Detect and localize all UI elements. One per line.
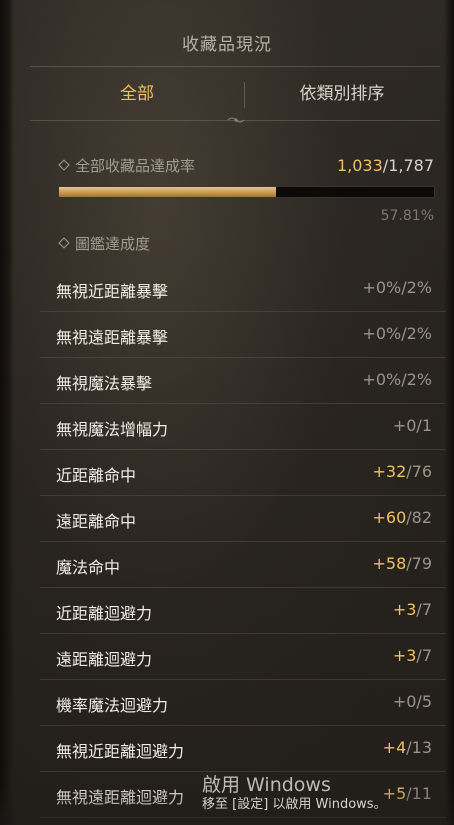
stat-max: /2% [401,324,432,343]
stat-value: +4/13 [383,738,432,757]
stat-max: /7 [416,646,432,665]
codex-achievement-text: 圖鑑達成度 [75,235,151,253]
stat-max: /2% [401,278,432,297]
stat-gain: +0% [362,278,402,297]
stat-row: 近距離命中 +32/76 [40,450,446,496]
stat-label: 無視魔法增幅力 [56,420,169,439]
stat-max: /1 [416,416,432,435]
stat-gain: +3 [392,646,417,665]
stat-gain: +0 [392,692,417,711]
collection-progress-bar [58,186,435,198]
diamond-bullet-icon [58,236,70,249]
stat-list[interactable]: 無視近距離暴擊 +0%/2% 無視遠距離暴擊 +0%/2% 無視魔法暴擊 +0%/2% 無視… [40,266,446,818]
stat-value: +0%/2% [362,324,432,343]
stat-label: 無視近距離暴擊 [56,282,169,301]
stat-row: 遠距離迴避力 +3/7 [40,634,446,680]
stat-gain: +0 [392,416,417,435]
stat-gain: +4 [382,738,407,757]
collection-current: 1,033 [336,156,383,175]
stat-label: 近距離迴避力 [56,604,153,623]
stat-label: 遠距離命中 [56,512,137,531]
stat-row: 無視近距離迴避力 +4/13 [40,726,446,772]
stat-row: 近距離迴避力 +3/7 [40,588,446,634]
tab-sort-by-category[interactable]: 依類別排序 [244,72,440,116]
stat-label: 無視魔法暴擊 [56,374,153,393]
stat-row: 魔法命中 +58/79 [40,542,446,588]
stat-label: 魔法命中 [56,558,121,577]
tab-bar: 全部 依類別排序 [30,72,440,123]
stat-row: 機率魔法迴避力 +0/5 [40,680,446,726]
stat-gain: +60 [372,508,407,527]
total-collection-text: 全部收藏品達成率 [75,157,196,175]
stat-gain: +0% [362,370,402,389]
stat-max: /82 [406,508,432,527]
stat-value: +32/76 [372,462,432,481]
codex-achievement-label: 圖鑑達成度 [58,233,151,254]
total-collection-label: 全部收藏品達成率 [58,155,196,176]
watermark-title: 啟用 Windows [202,774,331,796]
stat-gain: +0% [362,324,402,343]
stat-gain: +32 [372,462,407,481]
stat-label: 無視遠距離迴避力 [56,788,185,807]
panel-edge-left [0,0,14,825]
stat-value: +3/7 [393,646,432,665]
tab-all[interactable]: 全部 [30,72,244,116]
stat-gain: +58 [372,554,407,573]
stat-max: /13 [406,738,432,757]
stat-value: +58/79 [372,554,432,573]
stat-row: 無視魔法暴擊 +0%/2% [40,358,446,404]
stat-max: /5 [416,692,432,711]
stat-max: /2% [401,370,432,389]
title-divider [30,66,440,67]
stat-value: +3/7 [393,600,432,619]
stat-value: +0%/2% [362,278,432,297]
collection-total: /1,787 [382,156,434,175]
stat-label: 機率魔法迴避力 [56,696,169,715]
stat-max: /79 [406,554,432,573]
stat-label: 近距離命中 [56,466,137,485]
watermark-subtitle: 移至 [設定] 以啟用 Windows。 [202,797,387,812]
ornament-icon [227,117,245,123]
windows-activation-watermark: 啟用 Windows 移至 [設定] 以啟用 Windows。 [202,774,454,814]
stat-label: 遠距離迴避力 [56,650,153,669]
stat-row: 無視遠距離暴擊 +0%/2% [40,312,446,358]
panel-title: 收藏品現況 [182,35,272,55]
stat-label: 無視近距離迴避力 [56,742,185,761]
collection-percent: 57.81% [380,208,434,224]
stat-max: /76 [406,462,432,481]
stat-value: +0/1 [393,416,432,435]
stat-value: +0/5 [393,692,432,711]
stat-label: 無視遠距離暴擊 [56,328,169,347]
stat-row: 無視魔法增幅力 +0/1 [40,404,446,450]
collection-status-panel: 收藏品現況 全部 依類別排序 全部收藏品達成率 1,033/1,787 57.8… [0,0,454,825]
diamond-bullet-icon [58,158,70,171]
collection-progress-fill [59,187,276,197]
stat-max: /7 [416,600,432,619]
stat-gain: +3 [392,600,417,619]
stat-row: 無視近距離暴擊 +0%/2% [40,266,446,312]
total-collection-count: 1,033/1,787 [337,156,434,175]
stat-value: +0%/2% [362,370,432,389]
stat-value: +60/82 [372,508,432,527]
stat-row: 遠距離命中 +60/82 [40,496,446,542]
